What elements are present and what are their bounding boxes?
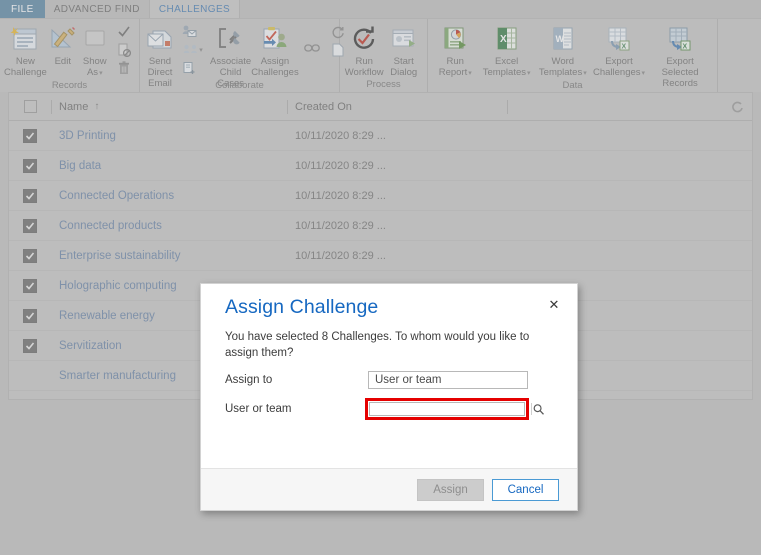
user-or-team-row: User or team — [225, 398, 545, 420]
assign-challenge-dialog: Assign Challenge ✕ You have selected 8 C… — [200, 283, 578, 511]
user-or-team-label: User or team — [225, 403, 292, 415]
dialog-footer: Assign Cancel — [201, 468, 577, 510]
assign-to-label: Assign to — [225, 374, 273, 386]
user-or-team-input[interactable] — [370, 403, 531, 415]
assign-to-row: Assign to User or team — [225, 371, 528, 389]
dialog-message: You have selected 8 Challenges. To whom … — [225, 331, 530, 359]
assign-to-value: User or team — [375, 374, 442, 386]
lookup-search-icon — [532, 403, 545, 416]
dialog-title: Assign Challenge — [225, 296, 379, 318]
user-or-team-lookup[interactable] — [369, 402, 545, 416]
cancel-button[interactable]: Cancel — [492, 478, 559, 501]
assign-to-select[interactable]: User or team — [368, 371, 528, 389]
cancel-button-label: Cancel — [507, 483, 544, 496]
user-or-team-highlight — [365, 398, 545, 420]
application-window: FILE ADVANCED FIND CHALLENGES New Challe… — [0, 0, 761, 555]
assign-button-label: Assign — [433, 483, 468, 496]
lookup-search-button[interactable] — [531, 403, 545, 415]
assign-button[interactable]: Assign — [417, 478, 484, 501]
close-icon[interactable]: ✕ — [545, 296, 563, 314]
